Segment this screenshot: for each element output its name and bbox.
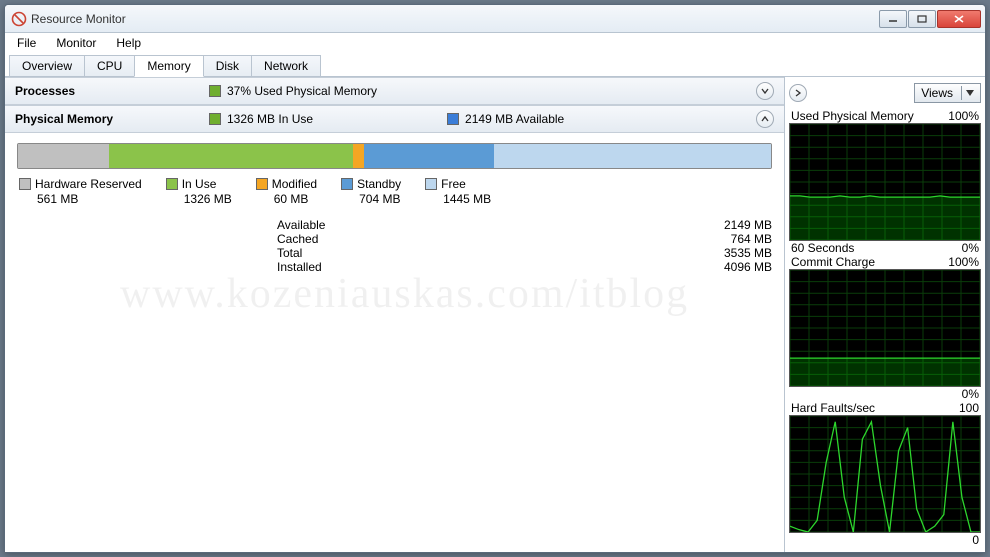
avail-swatch-icon [447,113,459,125]
content: Processes 37% Used Physical Memory Physi… [5,77,985,552]
graph-canvas [789,269,981,387]
graph-footer-left: 60 Seconds [791,241,854,255]
right-panel-header: Views [789,81,981,105]
processes-header[interactable]: Processes 37% Used Physical Memory [5,77,784,105]
memory-segment [18,144,109,168]
graph-max: 100 [959,401,979,415]
legend-label: Hardware Reserved [35,177,142,191]
swatch-icon [341,178,353,190]
stat-label: Total [277,246,517,260]
processes-swatch-icon [209,85,221,97]
graph-title: Used Physical Memory [791,109,914,123]
memory-segment [353,144,364,168]
legend-item: Free1445 MB [425,177,491,206]
swatch-icon [425,178,437,190]
close-button[interactable] [937,10,981,28]
graph-footer-right: 0 [972,533,979,547]
memory-stats: Available 2149 MB Cached 764 MB Total 3535 MB… [17,214,772,274]
legend-item: In Use1326 MB [166,177,232,206]
graph-canvas [789,123,981,241]
right-panel: Views Used Physical Memory 100% 60 Seconds… [785,77,985,552]
physical-title: Physical Memory [15,112,195,126]
swatch-icon [19,178,31,190]
inuse-swatch-icon [209,113,221,125]
physical-avail: 2149 MB Available [447,112,564,126]
stat-label: Available [277,218,517,232]
graph-title: Hard Faults/sec [791,401,875,415]
graph-block: Commit Charge 100% 0% [789,255,981,401]
app-window: Resource Monitor File Monitor Help Overv… [4,4,986,553]
legend-value: 561 MB [19,192,78,206]
app-icon [11,11,27,27]
legend-value: 704 MB [341,192,400,206]
tab-disk[interactable]: Disk [203,55,252,76]
processes-summary: 37% Used Physical Memory [209,84,377,98]
memory-segment [109,144,353,168]
menu-help[interactable]: Help [108,34,149,52]
stat-label: Cached [277,232,517,246]
legend-label: Standby [357,177,401,191]
stat-value: 2149 MB [533,218,772,232]
inuse-label: 1326 MB In Use [227,112,313,126]
stat-label: Installed [277,260,517,274]
legend-value: 60 MB [256,192,309,206]
left-panel: Processes 37% Used Physical Memory Physi… [5,77,785,552]
menu-file[interactable]: File [9,34,44,52]
legend-label: In Use [182,177,217,191]
memory-legend: Hardware Reserved561 MB In Use1326 MB Modi… [17,169,772,214]
panel-expand-button[interactable] [789,84,807,102]
swatch-icon [166,178,178,190]
processes-expand-button[interactable] [756,82,774,100]
graph-canvas [789,415,981,533]
legend-item: Hardware Reserved561 MB [19,177,142,206]
graph-footer-right: 0% [962,387,979,401]
graph-block: Used Physical Memory 100% 60 Seconds 0% [789,109,981,255]
graph-footer-right: 0% [962,241,979,255]
swatch-icon [256,178,268,190]
graph-block: Hard Faults/sec 100 0 [789,401,981,547]
processes-summary-text: 37% Used Physical Memory [227,84,377,98]
dropdown-arrow-icon [961,86,974,100]
menu-monitor[interactable]: Monitor [48,34,104,52]
legend-value: 1445 MB [425,192,491,206]
memory-segment [494,144,771,168]
views-dropdown[interactable]: Views [914,83,981,103]
physical-collapse-button[interactable] [756,110,774,128]
memory-segment [364,144,494,168]
physical-header[interactable]: Physical Memory 1326 MB In Use 2149 MB A… [5,105,784,133]
legend-value: 1326 MB [166,192,232,206]
app-title: Resource Monitor [31,12,879,26]
menubar: File Monitor Help [5,33,985,53]
legend-label: Free [441,177,466,191]
views-label: Views [921,86,953,100]
titlebar[interactable]: Resource Monitor [5,5,985,33]
processes-title: Processes [15,84,195,98]
stat-value: 764 MB [533,232,772,246]
tabbar: Overview CPU Memory Disk Network [5,53,985,77]
stat-value: 4096 MB [533,260,772,274]
tab-network[interactable]: Network [251,55,321,76]
physical-body: Hardware Reserved561 MB In Use1326 MB Modi… [5,133,784,284]
minimize-button[interactable] [879,10,907,28]
legend-label: Modified [272,177,317,191]
tab-cpu[interactable]: CPU [84,55,135,76]
legend-item: Modified60 MB [256,177,317,206]
avail-label: 2149 MB Available [465,112,564,126]
graph-max: 100% [948,109,979,123]
tab-memory[interactable]: Memory [134,55,203,77]
physical-inuse: 1326 MB In Use [209,112,313,126]
maximize-button[interactable] [908,10,936,28]
tab-overview[interactable]: Overview [9,55,85,76]
stat-value: 3535 MB [533,246,772,260]
graph-title: Commit Charge [791,255,875,269]
legend-item: Standby704 MB [341,177,401,206]
memory-bar [17,143,772,169]
graph-max: 100% [948,255,979,269]
